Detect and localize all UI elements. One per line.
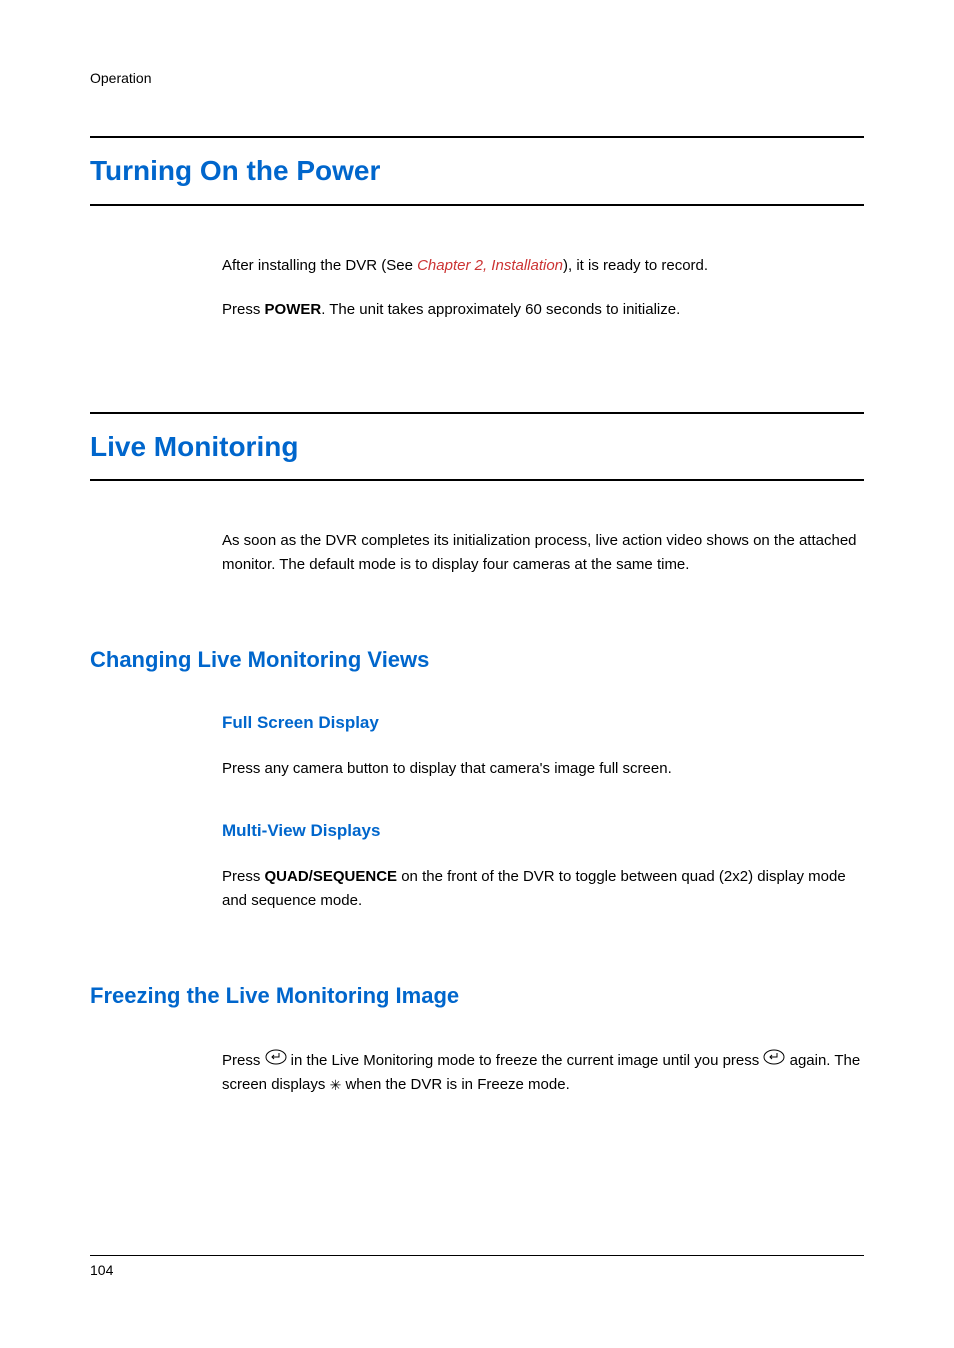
enter-key-icon [265, 1049, 287, 1073]
subsubsection-title-full-screen: Full Screen Display [222, 713, 864, 733]
freeze-indicator-icon: ✳ [330, 1074, 342, 1096]
body-paragraph: As soon as the DVR completes its initial… [222, 529, 864, 577]
body-paragraph: After installing the DVR (See Chapter 2,… [222, 254, 864, 278]
cross-reference-link: Chapter 2, Installation [417, 257, 563, 274]
body-paragraph: Press in the Live Monitoring mode to fre… [222, 1049, 864, 1097]
enter-key-icon [763, 1049, 785, 1073]
body-paragraph: Press any camera button to display that … [222, 757, 864, 781]
section-rule [90, 412, 864, 414]
section-title-power: Turning On the Power [90, 154, 864, 188]
page-footer: 104 [90, 1255, 864, 1278]
text-run: in the Live Monitoring mode to freeze th… [287, 1052, 764, 1069]
body-paragraph: Press POWER. The unit takes approximatel… [222, 298, 864, 322]
section-title-live-monitoring: Live Monitoring [90, 430, 864, 464]
text-bold: POWER [265, 301, 322, 318]
text-run: Press [222, 1052, 265, 1069]
text-run: Press [222, 301, 265, 318]
text-run: . The unit takes approximately 60 second… [321, 301, 680, 318]
subsection-title-freezing: Freezing the Live Monitoring Image [90, 983, 864, 1009]
section-rule [90, 204, 864, 206]
text-bold: QUAD/SEQUENCE [265, 868, 398, 885]
text-run: Press [222, 868, 265, 885]
text-run: After installing the DVR (See [222, 257, 417, 274]
body-paragraph: Press QUAD/SEQUENCE on the front of the … [222, 865, 864, 913]
section-rule [90, 479, 864, 481]
subsubsection-title-multi-view: Multi-View Displays [222, 821, 864, 841]
page-number: 104 [90, 1262, 113, 1278]
section-rule [90, 136, 864, 138]
subsection-title-changing-views: Changing Live Monitoring Views [90, 647, 864, 673]
text-run: ), it is ready to record. [563, 257, 708, 274]
page-header-section: Operation [90, 70, 864, 86]
text-run: when the DVR is in Freeze mode. [341, 1076, 569, 1093]
